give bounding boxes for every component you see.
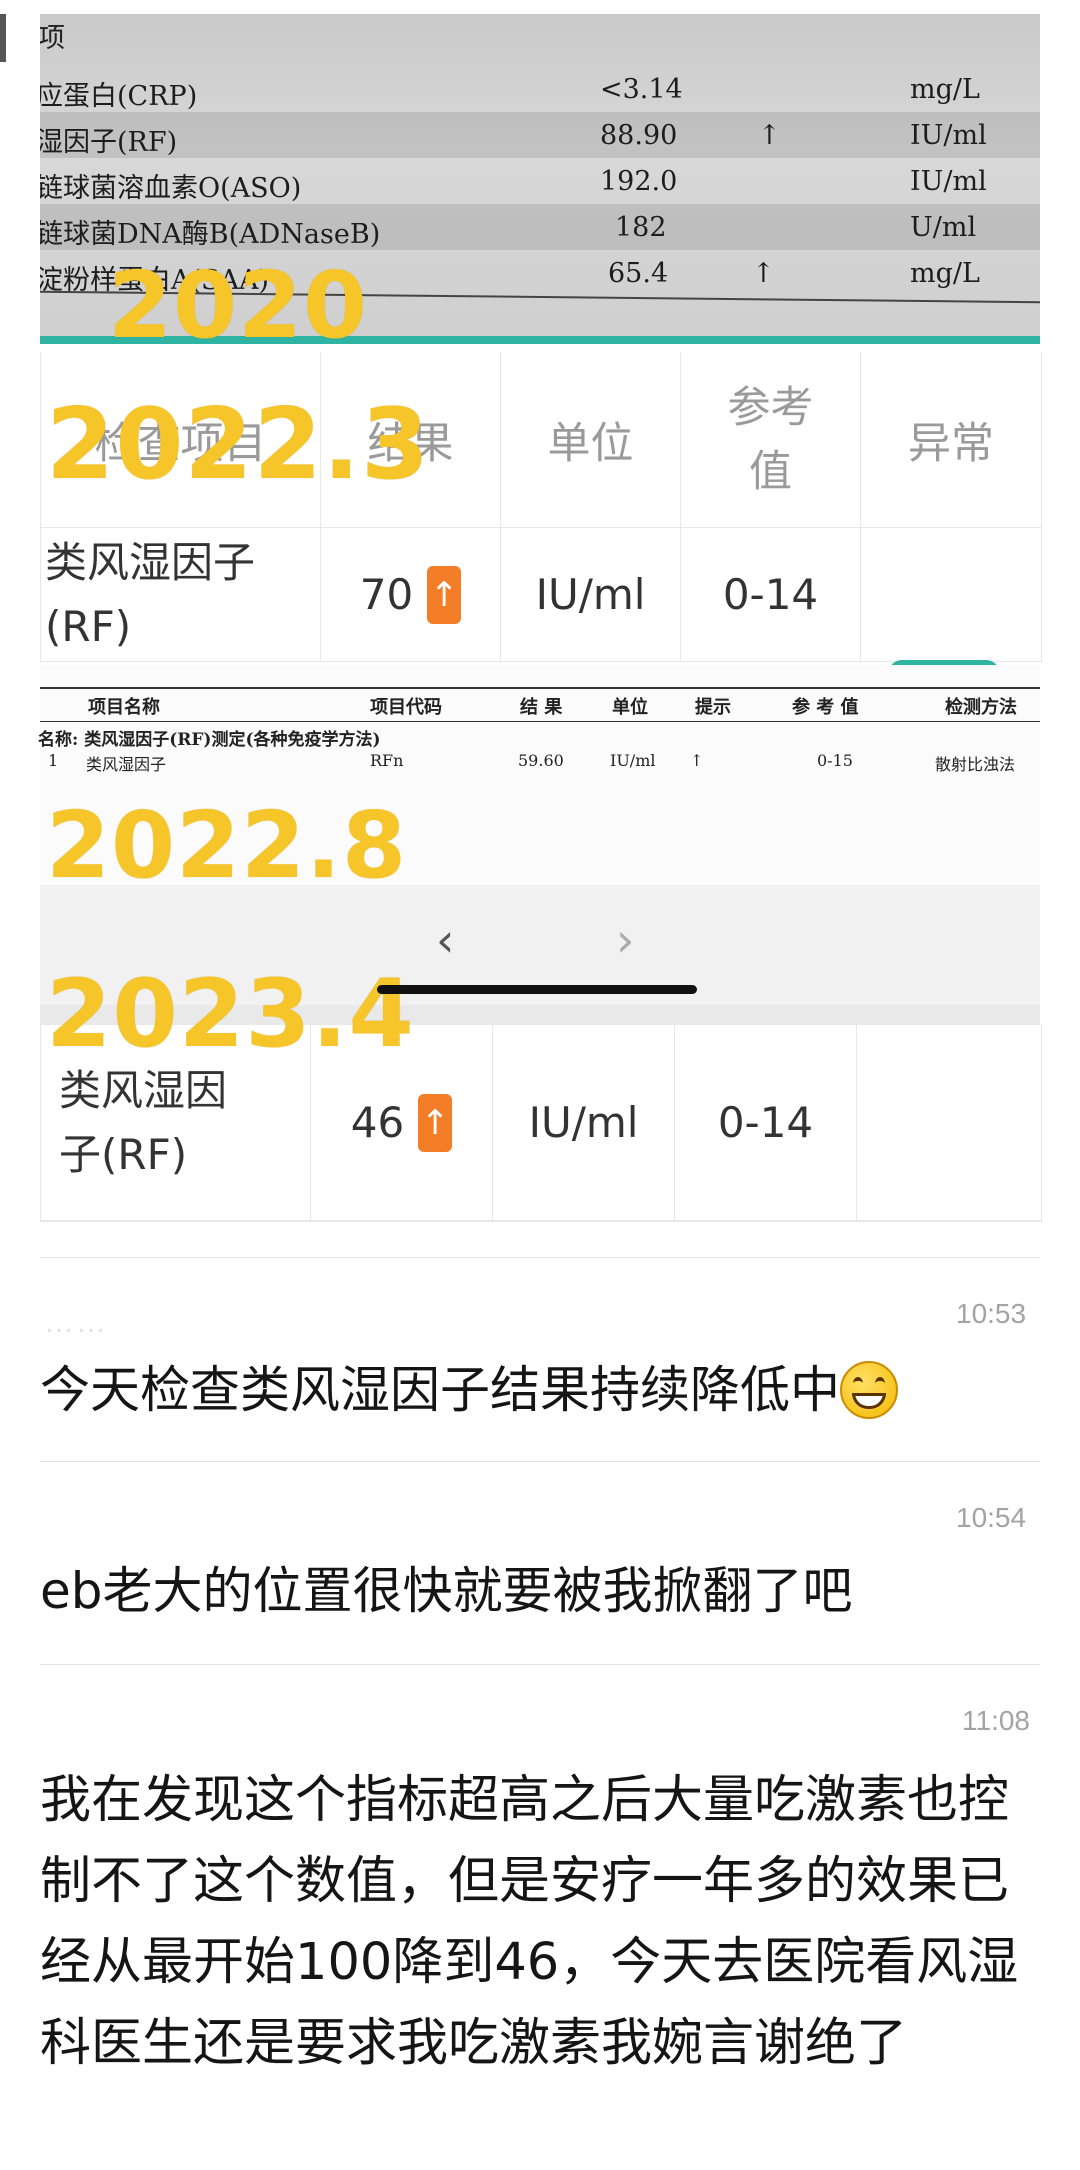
grinning-face-icon <box>840 1361 898 1419</box>
rf-reference-cell: 0-14 <box>675 1025 857 1221</box>
rf-unit-cell: IU/ml <box>501 528 681 662</box>
report-row-reference: 0-15 <box>817 751 853 770</box>
photo-row-rf: 湿因子(RF) 88.90 ↑ IU/ml <box>40 112 1040 158</box>
report-header-name: 项目名称 <box>88 697 160 718</box>
report-header-rule <box>40 721 1040 722</box>
row-name: 应蛋白(CRP) <box>40 81 198 112</box>
row-unit: U/ml <box>910 212 977 243</box>
year-label-2022-8: 2022.8 <box>46 792 408 899</box>
row-value: 192.0 <box>600 166 678 197</box>
comment-time: 11:08 <box>962 1705 1030 1736</box>
report-row-flag: ↑ <box>690 751 704 770</box>
report-header-unit: 单位 <box>612 697 648 718</box>
comment-text: 今天检查类风湿因子结果持续降低中 <box>40 1355 1040 1425</box>
rf-abnormal-cell <box>861 528 1041 662</box>
photo-header-partial: 项 <box>40 23 65 54</box>
row-unit: mg/L <box>910 74 980 105</box>
comment-divider <box>40 1664 1040 1665</box>
row-unit: mg/L <box>910 258 980 289</box>
header-unit: 单位 <box>501 352 681 528</box>
home-indicator-bar[interactable] <box>377 985 697 994</box>
photo-row-adnaseb: 链球菌DNA酶B(ADNaseB) 182 U/ml <box>40 204 1040 250</box>
row-unit: IU/ml <box>910 120 987 151</box>
rf-abnormal-cell <box>857 1025 1041 1221</box>
rf-result-value: 46 <box>350 1098 405 1147</box>
comment-divider <box>40 1257 1040 1258</box>
report-header-method: 检测方法 <box>945 697 1017 718</box>
report-header-reference: 参 考 值 <box>792 697 859 718</box>
report-row-result: 59.60 <box>518 751 564 770</box>
report-row-code: RFn <box>370 751 404 770</box>
row-flag: ↑ <box>752 258 775 289</box>
row-value: 182 <box>615 212 667 243</box>
report-section-title: 名称: 类风湿因子(RF)测定(各种免疫学方法) <box>38 730 381 750</box>
faded-username: …… <box>44 1306 108 1339</box>
row-value: 65.4 <box>608 258 669 289</box>
year-label-2022-3: 2022.3 <box>46 388 431 502</box>
row-flag: ↑ <box>758 120 781 151</box>
year-label-2020: 2020 <box>108 252 369 359</box>
report-header-result: 结 果 <box>520 697 563 718</box>
report-header-code: 项目代码 <box>370 697 442 718</box>
report-row-name: 类风湿因子 <box>86 755 167 774</box>
left-edge-tab <box>0 14 6 62</box>
rf-name-cell: 类风湿因子(RF) <box>41 528 321 662</box>
comment-text: eb老大的位置很快就要被我掀翻了吧 <box>40 1562 853 1620</box>
comment-body: 今天检查类风湿因子结果持续降低中 <box>40 1361 840 1419</box>
photo-row-aso: 链球菌溶血素O(ASO) 192.0 IU/ml <box>40 158 1040 204</box>
rf-result-value: 70 <box>359 570 414 619</box>
year-label-2023-4: 2023.4 <box>46 960 415 1069</box>
comment-time: 10:54 <box>956 1502 1027 1533</box>
comment-time: 10:53 <box>956 1298 1027 1329</box>
row-unit: IU/ml <box>910 166 987 197</box>
photo-row-crp: 应蛋白(CRP) <3.14 mg/L <box>40 66 1040 112</box>
up-arrow-icon: ↑ <box>418 1093 453 1152</box>
comment-text: 我在发现这个指标超高之后大量吃激素也控制不了这个数值，但是安疗一年多的效果已经从… <box>40 1771 1019 2073</box>
report-row-index: 1 <box>48 751 59 770</box>
row-value: 88.90 <box>600 120 678 151</box>
row-name: 链球菌溶血素O(ASO) <box>40 173 302 204</box>
row-value: <3.14 <box>600 74 683 105</box>
rf-reference-cell: 0-14 <box>681 528 861 662</box>
forward-chevron-icon[interactable]: › <box>616 913 634 967</box>
up-arrow-icon: ↑ <box>427 565 462 624</box>
report-row-method: 散射比浊法 <box>935 755 1016 774</box>
rf-result-cell: 70 ↑ <box>321 528 501 662</box>
header-reference: 参考值 <box>681 352 861 528</box>
row-name: 链球菌DNA酶B(ADNaseB) <box>40 219 381 250</box>
report-row-unit: IU/ml <box>610 751 656 770</box>
back-chevron-icon[interactable]: ‹ <box>436 913 454 967</box>
row-name: 湿因子(RF) <box>40 127 178 158</box>
rf-unit-cell: IU/ml <box>493 1025 675 1221</box>
report-top-rule <box>40 687 1040 689</box>
comment-divider <box>40 1461 1040 1462</box>
report-header-flag: 提示 <box>695 697 731 718</box>
header-abnormal: 异常 <box>861 352 1041 528</box>
